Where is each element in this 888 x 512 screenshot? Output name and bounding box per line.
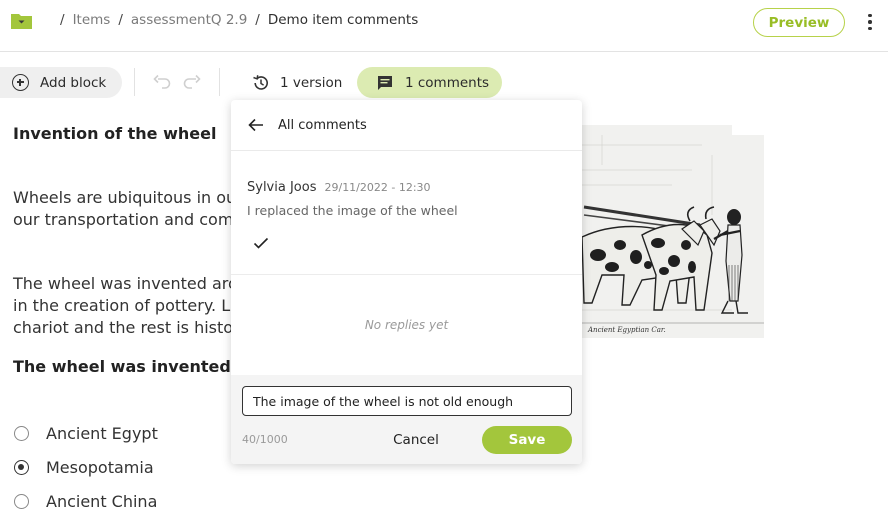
option-label: Ancient China (46, 491, 158, 511)
check-icon[interactable] (253, 236, 269, 250)
reply-input[interactable] (242, 386, 572, 416)
folder-dropdown-button[interactable] (10, 11, 36, 31)
comments-button[interactable]: 1 comments (357, 67, 502, 98)
version-label: 1 version (280, 74, 343, 91)
comments-label: 1 comments (405, 74, 490, 91)
top-bar: / Items / assessmentQ 2.9 / Demo item comment… (0, 0, 888, 52)
comments-panel: All comments Sylvia Joos 29/11/2022 - 12:… (231, 100, 582, 464)
character-counter: 40/1000 (242, 433, 288, 446)
more-vertical-icon[interactable] (862, 12, 878, 32)
radio-button[interactable] (14, 493, 29, 509)
save-button[interactable]: Save (482, 426, 572, 454)
breadcrumb: / Items / assessmentQ 2.9 / Demo item comment… (52, 12, 418, 28)
add-block-button[interactable]: Add block (0, 67, 122, 98)
image-caption: Ancient Egyptian Car. (587, 326, 666, 334)
radio-button-checked[interactable] (14, 459, 29, 475)
question-text: The wheel was invented in: (13, 357, 260, 376)
paragraph-line: our transportation and comm (13, 210, 250, 229)
all-comments-header[interactable]: All comments (231, 100, 582, 151)
paragraph-line: chariot and the rest is history (13, 318, 250, 337)
plus-circle-icon (12, 74, 29, 91)
option-label: Mesopotamia (46, 457, 154, 477)
answer-option[interactable]: Ancient Egypt (14, 422, 158, 444)
history-icon (253, 74, 268, 90)
breadcrumb-items[interactable]: Items (73, 12, 111, 28)
redo-icon[interactable] (182, 73, 202, 91)
radio-button[interactable] (14, 425, 29, 441)
toolbar-divider (134, 68, 135, 96)
breadcrumb-separator: / (118, 12, 123, 28)
undo-icon[interactable] (152, 73, 172, 91)
comment-author: Sylvia Joos (247, 180, 317, 195)
comment-text: I replaced the image of the wheel (247, 203, 458, 218)
paragraph-line: in the creation of pottery. Lat (13, 296, 247, 315)
breadcrumb-assessment[interactable]: assessmentQ 2.9 (131, 12, 247, 28)
comment-icon (378, 75, 392, 90)
content-title: Invention of the wheel (13, 124, 217, 143)
version-button[interactable]: 1 version (252, 67, 342, 98)
preview-button[interactable]: Preview (753, 8, 845, 37)
answer-option[interactable]: Ancient China (14, 490, 157, 512)
wheel-image: Ancient Egyptian Car. (582, 125, 764, 338)
divider (231, 274, 582, 275)
paragraph-line: The wheel was invented arou (13, 274, 248, 293)
toolbar-divider (219, 68, 220, 96)
breadcrumb-current: Demo item comments (267, 12, 419, 28)
paragraph-line: Wheels are ubiquitous in our (13, 188, 243, 207)
breadcrumb-separator: / (255, 12, 260, 28)
comment-meta: Sylvia Joos 29/11/2022 - 12:30 (247, 176, 431, 195)
all-comments-label: All comments (278, 117, 367, 133)
arrow-left-icon[interactable] (248, 118, 264, 132)
no-replies-text: No replies yet (364, 318, 449, 332)
add-block-label: Add block (40, 74, 107, 91)
option-label: Ancient Egypt (46, 423, 158, 443)
folder-icon (11, 14, 32, 29)
reply-area: 40/1000 Cancel Save (231, 375, 582, 464)
breadcrumb-separator: / (60, 12, 65, 28)
answer-option[interactable]: Mesopotamia (14, 456, 154, 478)
comment-date: 29/11/2022 - 12:30 (324, 181, 431, 194)
cancel-button[interactable]: Cancel (388, 427, 444, 453)
